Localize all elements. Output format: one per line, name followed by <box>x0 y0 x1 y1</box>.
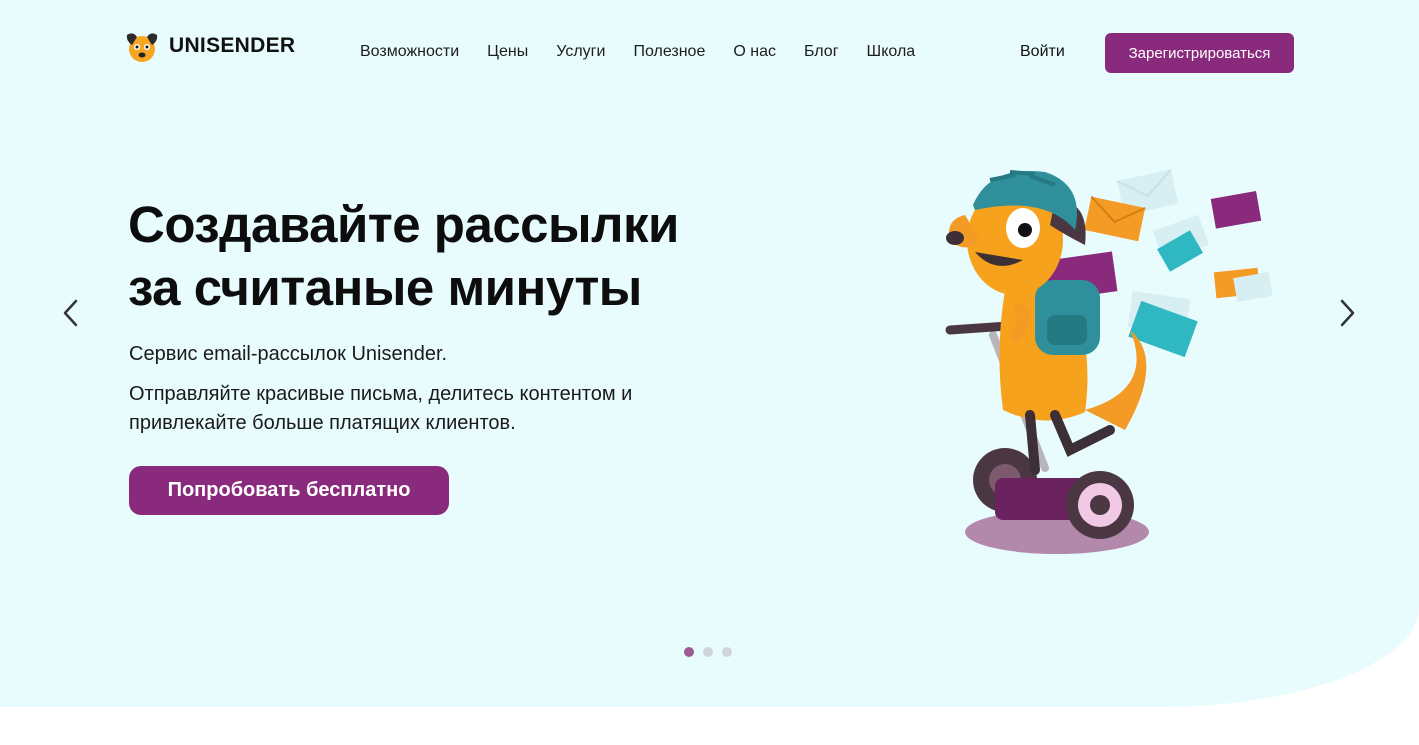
signup-button[interactable]: Зарегистрироваться <box>1105 33 1294 73</box>
dog-on-segway-illustration <box>945 168 1273 554</box>
chevron-left-icon <box>63 299 78 327</box>
carousel-dot-3[interactable] <box>722 647 732 657</box>
carousel-dot-2[interactable] <box>703 647 713 657</box>
nav-item-school[interactable]: Школа <box>867 43 916 61</box>
nav-item-useful[interactable]: Полезное <box>633 43 705 61</box>
carousel-prev-button[interactable] <box>56 296 86 330</box>
hero-title-line-1: Создавайте рассылки <box>128 196 679 253</box>
logo[interactable]: UNISENDER <box>123 27 295 65</box>
login-link[interactable]: Войти <box>1020 43 1065 61</box>
hero-title-line-2: за считаные минуты <box>128 259 642 316</box>
nav-item-features[interactable]: Возможности <box>360 43 459 61</box>
hero-description: Отправляйте красивые письма, делитесь ко… <box>129 383 633 434</box>
carousel-dot-1[interactable] <box>684 647 694 657</box>
hero-subtitle: Сервис email-рассылок Unisender. <box>129 343 448 365</box>
carousel-pagination <box>684 647 732 657</box>
nav-item-blog[interactable]: Блог <box>804 43 839 61</box>
main-nav: Возможности Цены Услуги Полезное О нас Б… <box>360 43 915 61</box>
chevron-right-icon <box>1340 299 1355 327</box>
nav-item-about[interactable]: О нас <box>733 43 776 61</box>
dog-logo-icon <box>126 33 158 62</box>
carousel-next-button[interactable] <box>1332 296 1362 330</box>
hero-title: Создавайте рассылки за считаные минуты <box>128 193 679 319</box>
nav-item-services[interactable]: Услуги <box>556 43 605 61</box>
hero-section: UNISENDER Возможности Цены Услуги Полезн… <box>0 0 1419 707</box>
logo-text: UNISENDER <box>169 34 296 57</box>
nav-item-prices[interactable]: Цены <box>487 43 528 61</box>
try-free-button[interactable]: Попробовать бесплатно <box>129 466 449 515</box>
